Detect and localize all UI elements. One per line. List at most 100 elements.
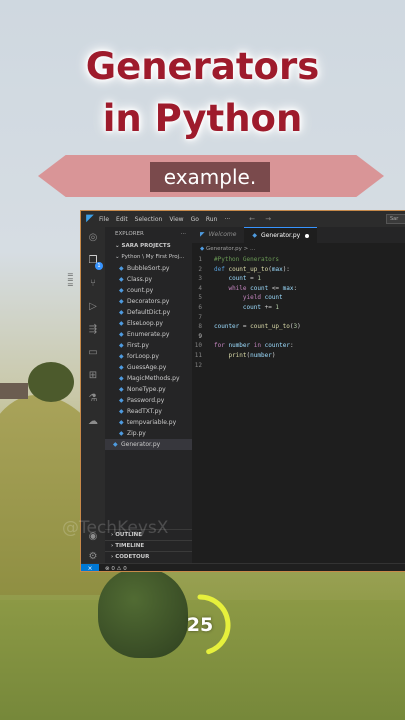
command-search-input[interactable]: Sar — [386, 214, 405, 224]
project-root[interactable]: ⌄ SARA PROJECTS — [105, 241, 192, 252]
vscode-logo-icon: ◤ — [86, 213, 94, 224]
line-number: 5 — [198, 294, 202, 302]
file-item[interactable]: ◆ MagicMethods.py — [105, 373, 192, 384]
line-number: 3 — [198, 275, 202, 283]
code-line[interactable]: 11 print(number) — [192, 351, 405, 361]
countdown-value: 25 — [186, 614, 214, 636]
title-bar: ◤ File Edit Selection View Go Run ··· ← … — [81, 211, 405, 227]
line-number: 7 — [198, 313, 202, 321]
explorer-title: EXPLORER — [115, 231, 144, 237]
code-line[interactable]: 10 for number in counter: — [192, 341, 405, 351]
python-file-icon: ◆ — [119, 364, 124, 371]
line-number: 12 — [194, 361, 202, 369]
file-label: Zip.py — [127, 430, 146, 437]
python-file-icon: ◆ — [119, 386, 124, 393]
nav-arrows[interactable]: ← → — [249, 215, 275, 223]
explorer-badge: 1 — [95, 262, 103, 270]
section-codetour[interactable]: › CODETOUR — [105, 551, 192, 561]
remote-indicator[interactable]: ⨯ — [81, 563, 99, 571]
file-label: DefaultDict.py — [127, 309, 171, 316]
file-label: GuessAge.py — [127, 364, 167, 371]
file-item[interactable]: ◆ tempvariable.py — [105, 417, 192, 428]
file-item[interactable]: ◆ Zip.py — [105, 428, 192, 439]
file-item-generator[interactable]: ◆ Generator.py — [105, 439, 192, 450]
explorer-more-button[interactable]: ··· — [181, 227, 186, 241]
section-timeline-label: TIMELINE — [115, 543, 145, 549]
folder-python[interactable]: ⌄ Python \ My First Proj... — [105, 252, 192, 263]
watermark: @TechKeysX — [62, 518, 169, 538]
flow-icon[interactable]: ⇶ — [85, 323, 101, 337]
tab-welcome[interactable]: ◤ Welcome — [192, 227, 244, 243]
title-line-1: Generators — [85, 45, 320, 88]
code-line[interactable]: 9 — [192, 332, 405, 342]
file-item[interactable]: ◆ Password.py — [105, 395, 192, 406]
menu-view[interactable]: View — [169, 216, 183, 223]
code-line[interactable]: 7 — [192, 313, 405, 323]
extensions-icon[interactable]: ⊞ — [85, 369, 101, 383]
file-item[interactable]: ◆ NoneType.py — [105, 384, 192, 395]
file-item[interactable]: ◆ Decorators.py — [105, 296, 192, 307]
menu-file[interactable]: File — [99, 216, 109, 223]
file-item[interactable]: ◆ BubbleSort.py — [105, 263, 192, 274]
menu-selection[interactable]: Selection — [135, 216, 163, 223]
python-file-icon: ◆ — [119, 265, 124, 272]
folder-label: Python \ My First Proj... — [121, 254, 185, 260]
tab-welcome-label: Welcome — [208, 231, 237, 238]
file-label: BubbleSort.py — [127, 265, 170, 272]
code-line[interactable]: 12 — [192, 361, 405, 371]
python-file-icon: ◆ — [119, 309, 124, 316]
line-number: 9 — [198, 332, 202, 340]
code-line[interactable]: 3 count = 1 — [192, 274, 405, 284]
source-control-icon[interactable]: ⑂ — [85, 277, 101, 291]
file-item[interactable]: ◆ First.py — [105, 340, 192, 351]
python-file-icon: ◆ — [252, 231, 258, 239]
file-item[interactable]: ◆ DefaultDict.py — [105, 307, 192, 318]
file-item[interactable]: ◆ ElseLoop.py — [105, 318, 192, 329]
file-label: MagicMethods.py — [127, 375, 180, 382]
project-label: SARA PROJECTS — [121, 243, 171, 249]
tab-generator[interactable]: ◆ Generator.py — [244, 227, 318, 243]
python-file-icon: ◆ — [119, 276, 124, 283]
file-item[interactable]: ◆ count.py — [105, 285, 192, 296]
menu-more[interactable]: ··· — [224, 216, 230, 223]
code-line[interactable]: 1 #Python Generators — [192, 255, 405, 265]
editor-area: ◤ Welcome ◆ Generator.py ◆ Generator.py > … — [192, 227, 405, 563]
menu-go[interactable]: Go — [191, 216, 199, 223]
file-item[interactable]: ◆ ReadTXT.py — [105, 406, 192, 417]
line-number: 8 — [198, 323, 202, 331]
file-item[interactable]: ◆ Enumerate.py — [105, 329, 192, 340]
file-item[interactable]: ◆ forLoop.py — [105, 351, 192, 362]
section-timeline[interactable]: › TIMELINE — [105, 540, 192, 550]
python-file-icon: ◆ — [119, 408, 124, 415]
python-file-icon: ◆ — [119, 397, 124, 404]
code-line[interactable]: 4 while count <= max: — [192, 284, 405, 294]
line-number: 2 — [198, 265, 202, 273]
code-line[interactable]: 8 counter = count_up_to(3) — [192, 322, 405, 332]
code-line[interactable]: 2 def count_up_to(max): — [192, 265, 405, 275]
code-line[interactable]: 5 yield count — [192, 293, 405, 303]
file-label: Class.py — [127, 276, 153, 283]
code-line[interactable]: 6 count += 1 — [192, 303, 405, 313]
python-file-icon: ◆ — [119, 353, 124, 360]
file-label: Generator.py — [121, 441, 161, 448]
file-item[interactable]: ◆ GuessAge.py — [105, 362, 192, 373]
file-label: ElseLoop.py — [127, 320, 163, 327]
problems-count[interactable]: ⊗ 0 ⚠ 0 — [105, 566, 127, 572]
testing-icon[interactable]: ⚗ — [85, 392, 101, 406]
explorer-header: EXPLORER ··· — [105, 227, 192, 241]
remote-explorer-icon[interactable]: ▭ — [85, 346, 101, 360]
breadcrumb[interactable]: ◆ Generator.py > ... — [192, 243, 405, 255]
run-debug-icon[interactable]: ▷ — [85, 300, 101, 314]
accounts-icon[interactable]: ◎ — [85, 231, 101, 245]
docker-icon[interactable]: ☁ — [85, 415, 101, 429]
python-file-icon: ◆ — [113, 441, 118, 448]
file-item[interactable]: ◆ Class.py — [105, 274, 192, 285]
file-label: Password.py — [127, 397, 165, 404]
python-file-icon: ◆ — [119, 320, 124, 327]
file-label: Decorators.py — [127, 298, 170, 305]
menu-edit[interactable]: Edit — [116, 216, 128, 223]
settings-gear-icon[interactable]: ⚙ — [85, 550, 101, 564]
background-tree — [28, 362, 74, 402]
explorer-icon[interactable]: ❐ 1 — [85, 254, 103, 270]
menu-run[interactable]: Run — [206, 216, 218, 223]
